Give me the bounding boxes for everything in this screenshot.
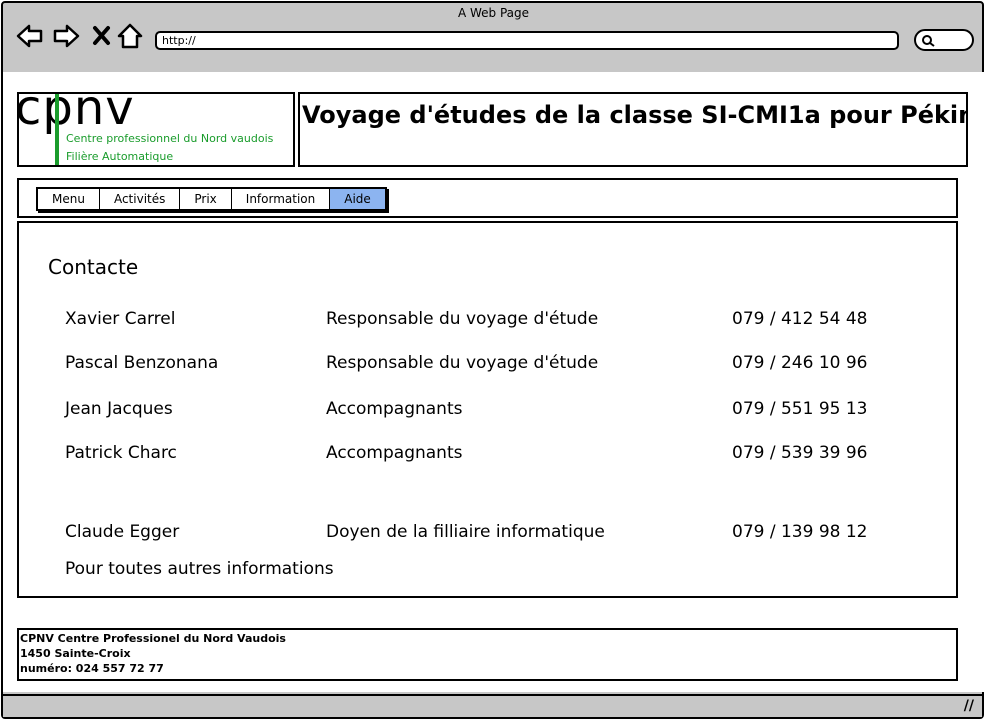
contact-phone: 079 / 412 54 48 xyxy=(732,309,868,329)
contact-phone: 079 / 539 39 96 xyxy=(732,443,868,463)
page-title: Voyage d'études de la classe SI-CMI1a po… xyxy=(302,101,968,129)
page-header: Voyage d'études de la classe SI-CMI1a po… xyxy=(298,92,968,167)
contact-role: Responsable du voyage d'étude xyxy=(326,353,599,373)
forward-arrow-icon[interactable] xyxy=(52,22,80,50)
tab-menu[interactable]: Menu xyxy=(38,189,100,209)
contact-role: Doyen de la filliaire informatique xyxy=(326,522,605,542)
contact-panel: Contacte Xavier Carrel Responsable du vo… xyxy=(17,221,958,598)
logo-tagline: Centre professionnel du Nord vaudois xyxy=(66,132,274,145)
tab-prix[interactable]: Prix xyxy=(180,189,232,209)
more-info-text: Pour toutes autres informations xyxy=(65,559,334,579)
logo-subtitle: Filière Automatique xyxy=(66,150,174,163)
logo-wordmark: cpnv xyxy=(17,92,135,136)
resize-grip-icon[interactable]: // xyxy=(964,698,974,714)
logo-accent-bar xyxy=(55,94,59,165)
contact-name: Patrick Charc xyxy=(65,443,177,463)
footer-line: numéro: 024 557 72 77 xyxy=(20,662,164,675)
tab-information[interactable]: Information xyxy=(231,189,331,209)
nav-bar: Menu Activités Prix Information Aide xyxy=(17,178,958,218)
url-input[interactable]: http:// xyxy=(155,31,899,50)
contact-name: Xavier Carrel xyxy=(65,309,176,329)
section-title: Contacte xyxy=(48,255,139,279)
search-input[interactable] xyxy=(914,29,974,51)
logo: cpnv Centre professionnel du Nord vaudoi… xyxy=(17,92,295,167)
footer: CPNV Centre Professionel du Nord Vaudois… xyxy=(17,628,958,681)
contact-phone: 079 / 139 98 12 xyxy=(732,522,868,542)
tab-activites[interactable]: Activités xyxy=(99,189,181,209)
footer-line: 1450 Sainte-Croix xyxy=(20,647,131,660)
back-arrow-icon[interactable] xyxy=(16,22,44,50)
tab-bar: Menu Activités Prix Information Aide xyxy=(36,187,387,211)
contact-name: Claude Egger xyxy=(65,522,180,542)
contact-phone: 079 / 246 10 96 xyxy=(732,353,868,373)
tab-aide[interactable]: Aide xyxy=(330,189,385,209)
contact-role: Accompagnants xyxy=(326,443,463,463)
search-icon xyxy=(922,35,935,47)
contact-role: Accompagnants xyxy=(326,399,463,419)
contact-name: Jean Jacques xyxy=(65,399,173,419)
window-title: A Web Page xyxy=(457,6,530,20)
contact-name: Pascal Benzonana xyxy=(65,353,219,373)
home-icon[interactable] xyxy=(117,22,143,50)
close-icon[interactable] xyxy=(91,22,113,50)
contact-role: Responsable du voyage d'étude xyxy=(326,309,599,329)
contact-phone: 079 / 551 95 13 xyxy=(732,399,868,419)
status-bar: // xyxy=(3,694,982,717)
footer-line: CPNV Centre Professionel du Nord Vaudois xyxy=(20,632,286,645)
